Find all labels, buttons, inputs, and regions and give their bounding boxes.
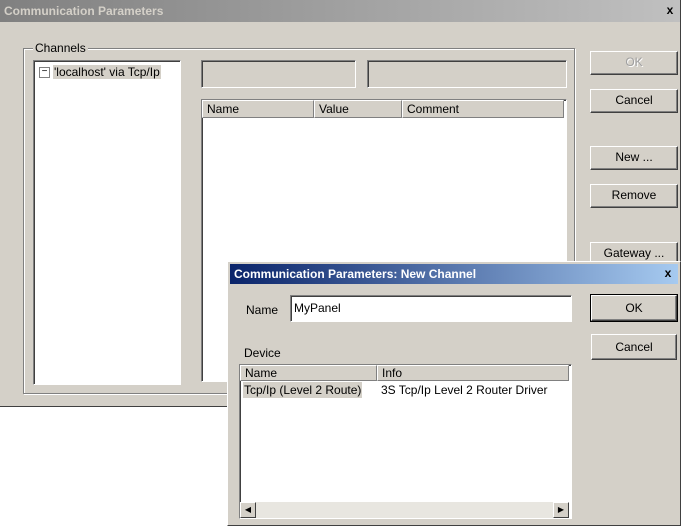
channels-label: Channels (33, 41, 88, 55)
new-channel-ok-button[interactable]: OK (590, 294, 678, 322)
remove-button[interactable]: Remove (590, 184, 678, 208)
tree-collapse-icon[interactable]: − (39, 67, 50, 79)
name-input[interactable]: MyPanel (290, 295, 572, 322)
cancel-button[interactable]: Cancel (590, 89, 678, 113)
device-row[interactable]: Tcp/Ip (Level 2 Route) 3S Tcp/Ip Level 2… (240, 382, 569, 398)
device-list-scrollbar[interactable]: ◀ ▶ (240, 502, 569, 518)
new-channel-title: Communication Parameters: New Channel (234, 267, 477, 281)
scroll-left-icon[interactable]: ◀ (240, 502, 256, 518)
new-channel-cancel-button[interactable]: Cancel (591, 334, 677, 360)
main-close-icon[interactable]: x (662, 3, 678, 17)
channel-info-field-2 (367, 60, 567, 88)
device-row-name: Tcp/Ip (Level 2 Route) (243, 382, 363, 398)
channels-tree[interactable]: −'localhost' via Tcp/Ip (33, 60, 181, 385)
name-input-value: MyPanel (294, 301, 341, 315)
name-label: Name (246, 303, 279, 317)
column-header-name[interactable]: Name (202, 100, 314, 118)
column-header-value[interactable]: Value (314, 100, 402, 118)
device-label: Device (244, 346, 281, 360)
new-channel-titlebar[interactable]: Communication Parameters: New Channel x (230, 264, 678, 284)
new-channel-dialog: Communication Parameters: New Channel x … (227, 261, 681, 526)
scroll-right-icon[interactable]: ▶ (553, 502, 569, 518)
main-dialog-titlebar[interactable]: Communication Parameters x (0, 0, 680, 22)
device-column-info[interactable]: Info (377, 365, 569, 381)
channel-info-field-1 (201, 60, 356, 88)
column-header-comment[interactable]: Comment (402, 100, 564, 118)
device-row-info: 3S Tcp/Ip Level 2 Router Driver (381, 383, 548, 397)
tree-item-label: 'localhost' via Tcp/Ip (53, 65, 161, 79)
device-list[interactable]: Name Info Tcp/Ip (Level 2 Route) 3S Tcp/… (239, 364, 572, 519)
ok-button[interactable]: OK (590, 51, 678, 75)
new-button[interactable]: New ... (590, 146, 678, 170)
device-column-name[interactable]: Name (240, 365, 377, 381)
tree-item-localhost[interactable]: −'localhost' via Tcp/Ip (39, 65, 161, 79)
main-dialog-title: Communication Parameters (4, 4, 164, 18)
new-channel-close-icon[interactable]: x (660, 266, 676, 280)
